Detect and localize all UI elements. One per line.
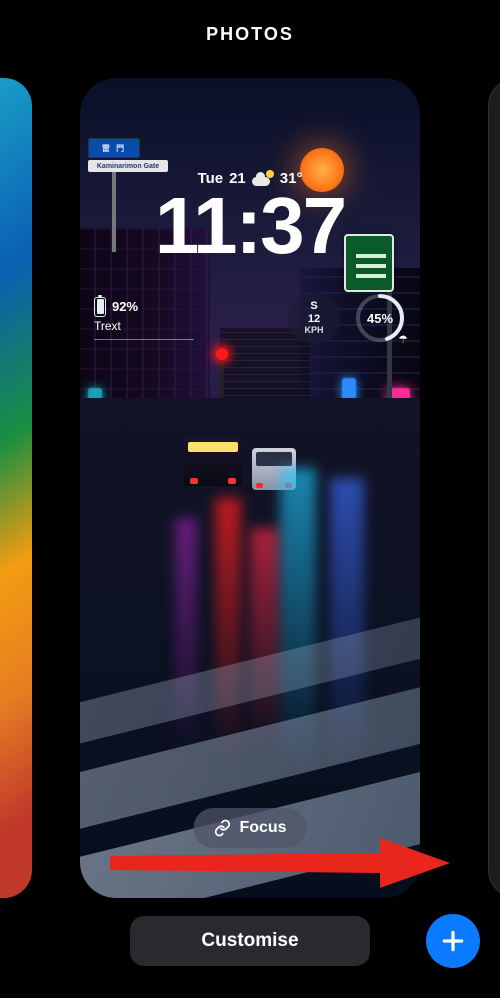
- wind-speed: 12: [308, 313, 320, 326]
- wind-unit: KPH: [304, 325, 323, 335]
- focus-button[interactable]: Focus: [193, 808, 306, 848]
- wind-direction: S: [310, 300, 317, 313]
- battery-percent: 92%: [112, 299, 138, 314]
- umbrella-icon: ☂: [398, 333, 408, 346]
- battery-icon: [94, 297, 106, 317]
- wallpaper-card[interactable]: 雷 門 Kaminarimon Gate Tue 21 31° 11:37 92…: [80, 78, 420, 898]
- plus-icon: [440, 928, 466, 954]
- street-sign-top: 雷 門: [88, 138, 140, 158]
- link-icon: [213, 819, 231, 837]
- next-wallpaper-peek[interactable]: [488, 78, 500, 898]
- lockscreen-time: 11:37: [80, 186, 420, 266]
- customise-button[interactable]: Customise: [130, 916, 370, 966]
- battery-label: Trext: [94, 319, 121, 333]
- precipitation-ring-widget[interactable]: 45% ☂: [354, 292, 406, 344]
- category-title: PHOTOS: [0, 24, 500, 45]
- add-wallpaper-button[interactable]: [426, 914, 480, 968]
- widget-row: 92% Trext S 12 KPH 45% ☂: [94, 288, 406, 348]
- wallpaper-gallery-screen: PHOTOS: [0, 0, 500, 998]
- customise-label: Customise: [201, 930, 298, 952]
- focus-label: Focus: [239, 819, 286, 837]
- prev-wallpaper-peek[interactable]: [0, 78, 32, 898]
- battery-widget[interactable]: 92% Trext: [94, 297, 194, 340]
- wind-widget[interactable]: S 12 KPH: [288, 292, 340, 344]
